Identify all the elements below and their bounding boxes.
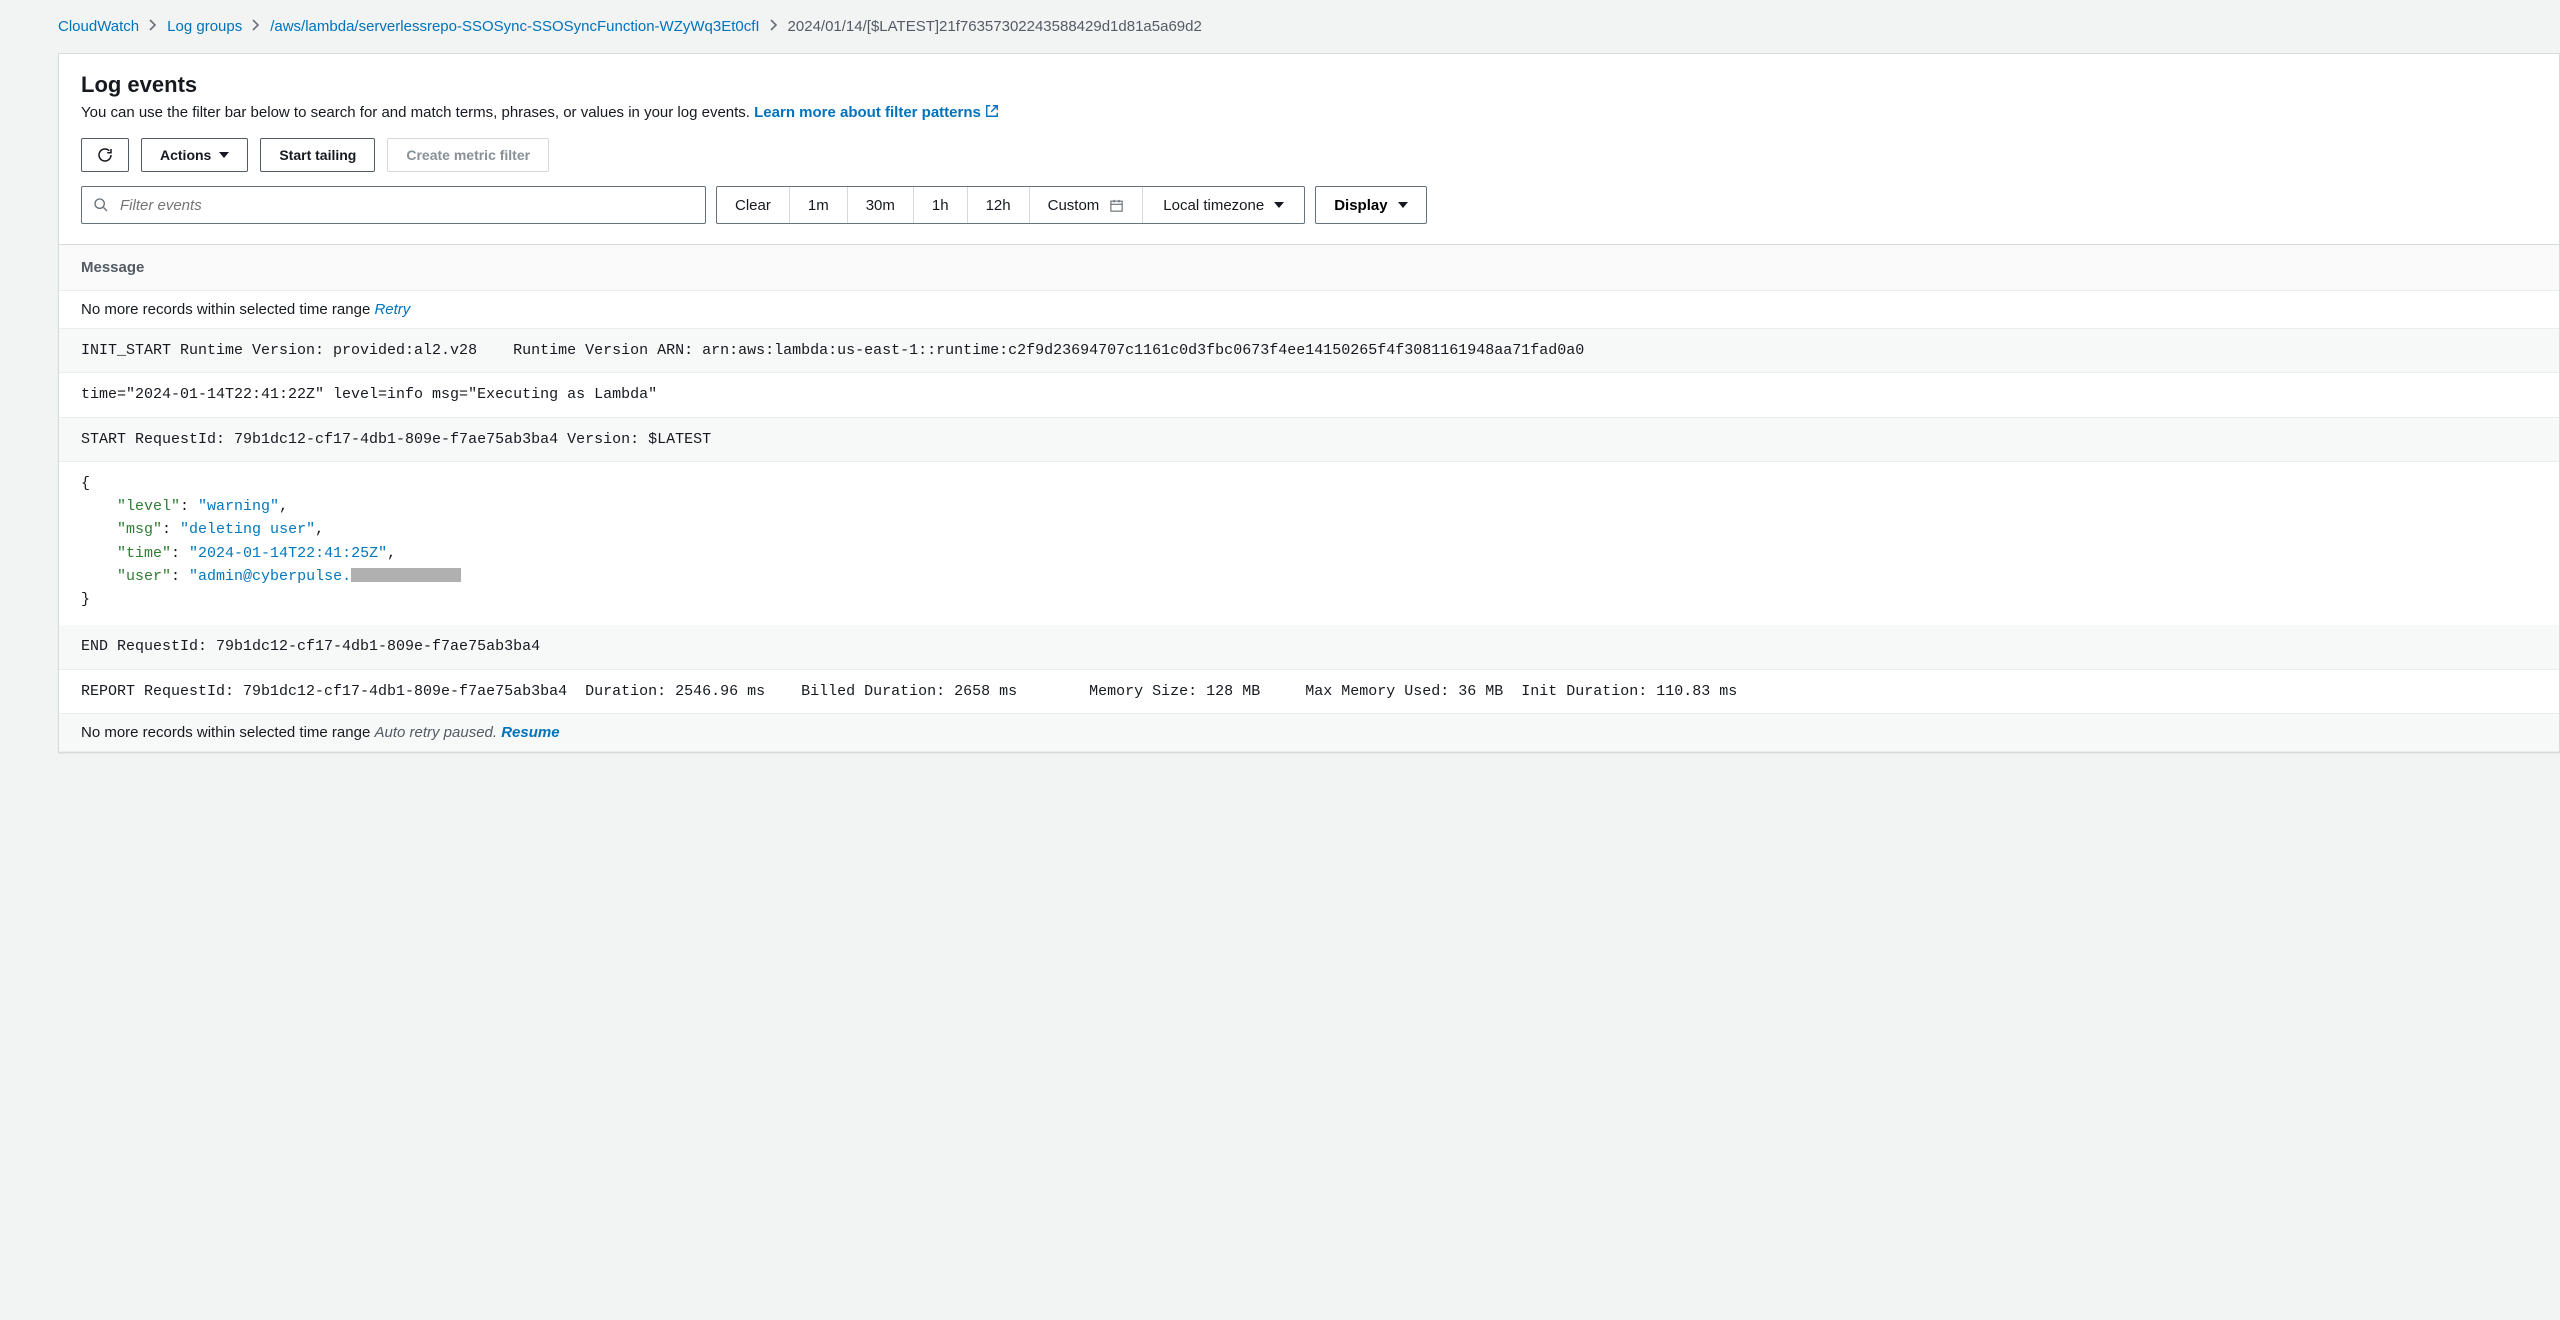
page-subtitle: You can use the filter bar below to sear… xyxy=(81,104,2537,122)
calendar-icon xyxy=(1109,198,1124,213)
external-link-icon xyxy=(985,104,999,122)
search-icon xyxy=(93,197,109,213)
filters-row: Clear 1m 30m 1h 12h Custom Local timezon… xyxy=(59,186,2559,244)
log-line[interactable]: REPORT RequestId: 79b1dc12-cf17-4db1-809… xyxy=(59,670,2559,714)
create-metric-filter-button: Create metric filter xyxy=(387,138,549,172)
breadcrumb-log-group-name[interactable]: /aws/lambda/serverlessrepo-SSOSync-SSOSy… xyxy=(270,18,759,35)
refresh-button[interactable] xyxy=(81,138,129,172)
refresh-icon xyxy=(96,146,114,164)
page-title: Log events xyxy=(81,72,2537,98)
no-more-bottom: No more records within selected time ran… xyxy=(59,714,2559,752)
chevron-right-icon xyxy=(770,19,778,34)
actions-button[interactable]: Actions xyxy=(141,138,248,172)
log-events-panel: Log events You can use the filter bar be… xyxy=(58,53,2560,753)
time-30m[interactable]: 30m xyxy=(848,187,914,223)
retry-link[interactable]: Retry xyxy=(374,301,410,318)
time-1h[interactable]: 1h xyxy=(914,187,968,223)
filter-events-input[interactable] xyxy=(81,186,706,224)
start-tailing-button[interactable]: Start tailing xyxy=(260,138,375,172)
breadcrumb: CloudWatch Log groups /aws/lambda/server… xyxy=(40,12,2560,53)
log-line[interactable]: time="2024-01-14T22:41:22Z" level=info m… xyxy=(59,373,2559,417)
time-1m[interactable]: 1m xyxy=(790,187,848,223)
breadcrumb-current: 2024/01/14/[$LATEST]21f76357302243588429… xyxy=(788,18,1202,35)
breadcrumb-log-groups[interactable]: Log groups xyxy=(167,18,242,35)
log-line-json[interactable]: { "level": "warning", "msg": "deleting u… xyxy=(59,462,2559,626)
chevron-right-icon xyxy=(252,19,260,34)
log-line[interactable]: START RequestId: 79b1dc12-cf17-4db1-809e… xyxy=(59,418,2559,462)
toolbar: Actions Start tailing Create metric filt… xyxy=(59,134,2559,186)
no-more-top: No more records within selected time ran… xyxy=(59,291,2559,329)
time-range-bar: Clear 1m 30m 1h 12h Custom Local timezon… xyxy=(716,186,1305,224)
caret-down-icon xyxy=(1398,202,1408,208)
breadcrumb-root[interactable]: CloudWatch xyxy=(58,18,139,35)
learn-more-link[interactable]: Learn more about filter patterns xyxy=(754,104,999,121)
timezone-select[interactable]: Local timezone xyxy=(1143,187,1304,223)
resume-link[interactable]: Resume xyxy=(501,724,559,741)
column-header-message: Message xyxy=(59,244,2559,291)
time-12h[interactable]: 12h xyxy=(968,187,1030,223)
log-line[interactable]: INIT_START Runtime Version: provided:al2… xyxy=(59,329,2559,373)
redacted-text xyxy=(351,568,461,582)
display-button[interactable]: Display xyxy=(1315,186,1426,224)
caret-down-icon xyxy=(1274,202,1284,208)
time-clear[interactable]: Clear xyxy=(717,187,790,223)
log-line[interactable]: END RequestId: 79b1dc12-cf17-4db1-809e-f… xyxy=(59,625,2559,669)
time-custom[interactable]: Custom xyxy=(1030,187,1144,223)
chevron-right-icon xyxy=(149,19,157,34)
caret-down-icon xyxy=(219,152,229,158)
